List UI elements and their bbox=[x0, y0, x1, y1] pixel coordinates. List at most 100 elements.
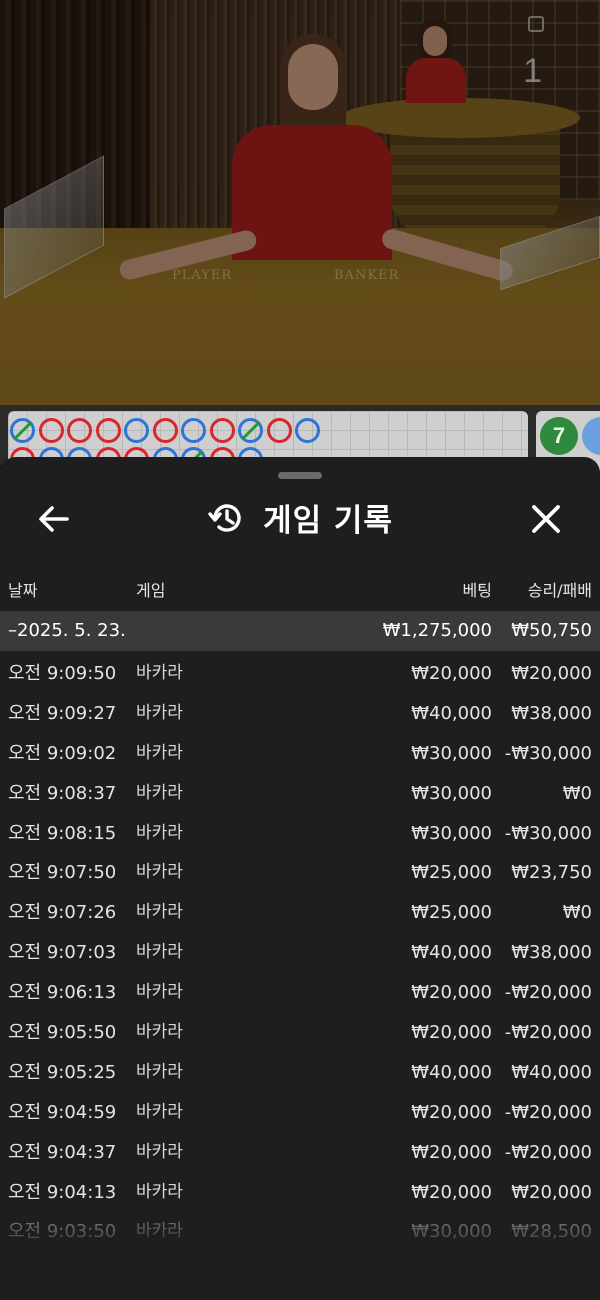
row-result: ₩20,000 bbox=[511, 663, 592, 684]
history-row[interactable]: 오전 9:07:03 바카라 ₩40,000 ₩38,000 bbox=[0, 933, 600, 973]
history-row[interactable]: 오전 9:06:13 바카라 ₩20,000 -₩20,000 bbox=[0, 973, 600, 1013]
date-group-result-total: ₩50,750 bbox=[511, 620, 592, 641]
banker-bead bbox=[95, 418, 121, 443]
bead-road-row bbox=[10, 418, 320, 443]
row-game: 바카라 bbox=[136, 1221, 183, 1242]
row-bet: ₩30,000 bbox=[411, 822, 492, 844]
row-result: -₩30,000 bbox=[504, 822, 592, 844]
row-game: 바카라 bbox=[136, 1181, 183, 1202]
banker-bead bbox=[67, 418, 92, 443]
player-bead bbox=[238, 418, 263, 443]
row-time: 오전 9:05:25 bbox=[8, 1061, 117, 1083]
history-row[interactable]: 오전 9:09:02 바카라 ₩30,000 -₩30,000 bbox=[0, 734, 600, 774]
history-icon bbox=[208, 503, 241, 532]
row-bet: ₩20,000 bbox=[411, 1181, 492, 1203]
row-result: -₩20,000 bbox=[504, 1141, 592, 1163]
date-group-row[interactable]: –2025. 5. 23. ₩1,275,000 ₩50,750 bbox=[0, 611, 600, 651]
banker-bead bbox=[266, 418, 292, 443]
row-game: 바카라 bbox=[136, 702, 183, 723]
row-time: 오전 9:07:03 bbox=[8, 942, 117, 964]
history-row[interactable]: 오전 9:04:37 바카라 ₩20,000 -₩20,000 bbox=[0, 1133, 600, 1173]
history-row[interactable]: 오전 9:03:50 바카라 ₩30,000 ₩28,500 bbox=[0, 1212, 600, 1252]
row-bet: ₩30,000 bbox=[411, 782, 492, 804]
tie-marker bbox=[13, 420, 33, 441]
row-game: 바카라 bbox=[136, 1141, 183, 1162]
history-list: 오전 9:09:50 바카라 ₩20,000 ₩20,000 오전 9:09:27 바카라… bbox=[0, 654, 600, 1252]
modal-dim-overlay bbox=[0, 0, 600, 405]
row-bet: ₩20,000 bbox=[411, 982, 492, 1004]
date-group-label: –2025. 5. 23. bbox=[8, 620, 126, 641]
row-time: 오전 9:07:26 bbox=[8, 902, 117, 924]
game-history-sheet: 게임 기록 날짜 게임 베팅 승리/패배 –2025. 5. 23. ₩1,27… bbox=[0, 457, 600, 1300]
column-header-game[interactable]: 게임 bbox=[136, 577, 165, 601]
row-game: 바카라 bbox=[136, 982, 183, 1003]
history-row[interactable]: 오전 9:07:26 바카라 ₩25,000 ₩0 bbox=[0, 893, 600, 933]
banker-bead bbox=[38, 418, 64, 443]
row-game: 바카라 bbox=[136, 862, 183, 883]
row-result: ₩0 bbox=[562, 782, 592, 804]
row-time: 오전 9:04:59 bbox=[8, 1101, 117, 1123]
round-count-badge: 7 bbox=[540, 417, 578, 455]
row-game: 바카라 bbox=[136, 1101, 183, 1122]
column-header-bet[interactable]: 베팅 bbox=[463, 577, 492, 601]
player-bead bbox=[124, 418, 149, 443]
row-result: ₩23,750 bbox=[511, 862, 592, 884]
row-bet: ₩30,000 bbox=[411, 742, 492, 764]
row-time: 오전 9:09:50 bbox=[8, 663, 117, 684]
column-header-result[interactable]: 승리/패배 bbox=[528, 577, 592, 601]
row-result: -₩20,000 bbox=[504, 982, 592, 1004]
row-time: 오전 9:06:13 bbox=[8, 982, 117, 1004]
row-bet: ₩20,000 bbox=[411, 1141, 492, 1163]
row-bet: ₩20,000 bbox=[411, 1101, 492, 1123]
sheet-drag-handle[interactable] bbox=[278, 472, 322, 479]
history-row[interactable]: 오전 9:05:50 바카라 ₩20,000 -₩20,000 bbox=[0, 1013, 600, 1053]
history-row[interactable]: 오전 9:05:25 바카라 ₩40,000 ₩40,000 bbox=[0, 1053, 600, 1093]
row-result: ₩28,500 bbox=[511, 1221, 592, 1243]
row-result: ₩38,000 bbox=[511, 702, 592, 724]
row-bet: ₩25,000 bbox=[411, 862, 492, 884]
row-game: 바카라 bbox=[136, 822, 183, 843]
row-game: 바카라 bbox=[136, 1022, 183, 1043]
row-time: 오전 9:04:37 bbox=[8, 1141, 117, 1163]
row-time: 오전 9:08:15 bbox=[8, 822, 117, 844]
sheet-title-group: 게임 기록 bbox=[0, 495, 600, 540]
row-bet: ₩25,000 bbox=[411, 902, 492, 924]
row-time: 오전 9:08:37 bbox=[8, 782, 117, 804]
history-row[interactable]: 오전 9:09:27 바카라 ₩40,000 ₩38,000 bbox=[0, 694, 600, 734]
row-time: 오전 9:07:50 bbox=[8, 862, 117, 884]
live-video-feed: PLAYER BANKER 1 bbox=[0, 0, 600, 405]
row-bet: ₩40,000 bbox=[411, 942, 492, 964]
banker-bead bbox=[152, 418, 178, 443]
roadmap-strip: 7 bbox=[0, 405, 600, 472]
column-header-date[interactable]: 날짜 bbox=[8, 577, 37, 601]
history-row[interactable]: 오전 9:08:37 바카라 ₩30,000 ₩0 bbox=[0, 774, 600, 814]
history-row[interactable]: 오전 9:07:50 바카라 ₩25,000 ₩23,750 bbox=[0, 853, 600, 893]
row-time: 오전 9:05:50 bbox=[8, 1022, 117, 1044]
row-result: ₩40,000 bbox=[511, 1061, 592, 1083]
row-bet: ₩40,000 bbox=[411, 1061, 492, 1083]
row-time: 오전 9:03:50 bbox=[8, 1221, 117, 1243]
player-bead bbox=[295, 418, 320, 443]
history-row[interactable]: 오전 9:04:13 바카라 ₩20,000 ₩20,000 bbox=[0, 1173, 600, 1213]
row-result: -₩20,000 bbox=[504, 1022, 592, 1044]
history-row[interactable]: 오전 9:08:15 바카라 ₩30,000 -₩30,000 bbox=[0, 814, 600, 854]
row-game: 바카라 bbox=[136, 942, 183, 963]
sheet-header: 게임 기록 bbox=[0, 487, 600, 549]
banker-bead bbox=[209, 418, 235, 443]
row-game: 바카라 bbox=[136, 902, 183, 923]
row-game: 바카라 bbox=[136, 782, 183, 803]
row-result: ₩0 bbox=[562, 902, 592, 924]
row-bet: ₩20,000 bbox=[411, 1022, 492, 1044]
player-bead bbox=[10, 418, 35, 443]
history-row[interactable]: 오전 9:04:59 바카라 ₩20,000 -₩20,000 bbox=[0, 1093, 600, 1133]
row-game: 바카라 bbox=[136, 1061, 183, 1082]
close-button[interactable] bbox=[522, 499, 570, 539]
page-title: 게임 기록 bbox=[263, 503, 393, 539]
row-game: 바카라 bbox=[136, 742, 183, 763]
row-result: -₩20,000 bbox=[504, 1101, 592, 1123]
history-row[interactable]: 오전 9:09:50 바카라 ₩20,000 ₩20,000 bbox=[0, 654, 600, 694]
table-header: 날짜 게임 베팅 승리/패배 bbox=[0, 577, 600, 609]
row-time: 오전 9:09:02 bbox=[8, 742, 117, 764]
row-time: 오전 9:04:13 bbox=[8, 1181, 117, 1203]
row-bet: ₩40,000 bbox=[411, 702, 492, 724]
